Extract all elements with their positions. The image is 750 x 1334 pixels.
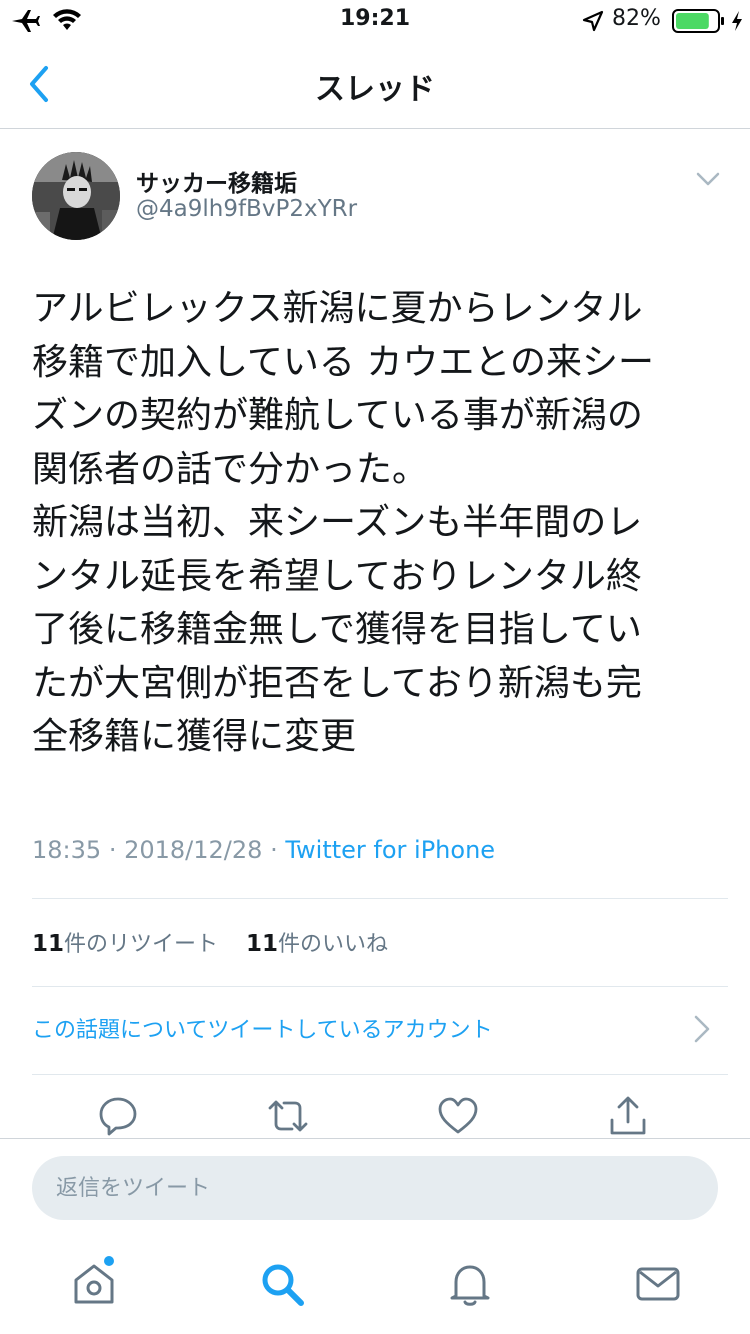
- retweet-stat[interactable]: 11件のリツイート: [32, 931, 219, 957]
- meta-separator: ·: [108, 836, 117, 864]
- navigation-bar: スレッド: [0, 40, 750, 129]
- tweet-stats: 11件のリツイート 11件のいいね: [32, 926, 388, 958]
- notification-dot: [104, 1256, 114, 1266]
- retweet-icon[interactable]: [266, 1094, 310, 1138]
- like-count: 11: [246, 931, 279, 957]
- tweet-time: 18:35: [32, 836, 102, 864]
- meta-separator: ·: [270, 836, 278, 864]
- chevron-down-icon[interactable]: [690, 164, 726, 194]
- status-bar: 19:21 82%: [0, 0, 750, 40]
- reply-icon[interactable]: [96, 1094, 140, 1138]
- messages-icon[interactable]: [634, 1260, 682, 1308]
- page-title: スレッド: [315, 72, 435, 107]
- like-icon[interactable]: [436, 1094, 480, 1138]
- notifications-icon[interactable]: [446, 1260, 494, 1308]
- retweet-label: 件のリツイート: [64, 932, 219, 957]
- charging-icon: [732, 11, 742, 31]
- battery-icon: [672, 9, 724, 33]
- display-name[interactable]: サッカー移籍垢: [136, 164, 297, 198]
- engagement-link[interactable]: この話題についてツイートしているアカウント: [32, 1012, 493, 1044]
- location-icon: [582, 10, 604, 32]
- avatar-image: [32, 152, 120, 240]
- chevron-right-icon[interactable]: [690, 1012, 714, 1046]
- divider: [32, 986, 728, 987]
- like-label: 件のいいね: [278, 932, 389, 957]
- divider: [32, 1074, 728, 1075]
- share-icon[interactable]: [606, 1094, 650, 1138]
- search-icon[interactable]: [258, 1260, 306, 1308]
- avatar[interactable]: [32, 152, 120, 240]
- home-icon[interactable]: [70, 1260, 118, 1308]
- divider: [32, 898, 728, 899]
- reply-input[interactable]: [32, 1156, 718, 1220]
- retweet-count: 11: [32, 931, 65, 957]
- like-stat[interactable]: 11件のいいね: [246, 931, 389, 957]
- tweet-text: アルビレックス新潟に夏からレンタル 移籍で加入している カウエとの来シー ズンの…: [32, 288, 655, 757]
- battery-percent: 82%: [612, 6, 661, 31]
- username[interactable]: @4a9lh9fBvP2xYRr: [136, 196, 357, 222]
- tweet-date: 2018/12/28: [124, 836, 263, 864]
- tweet-source-link[interactable]: Twitter for iPhone: [285, 836, 495, 864]
- tweet-meta: 18:35 · 2018/12/28 · Twitter for iPhone: [32, 836, 495, 864]
